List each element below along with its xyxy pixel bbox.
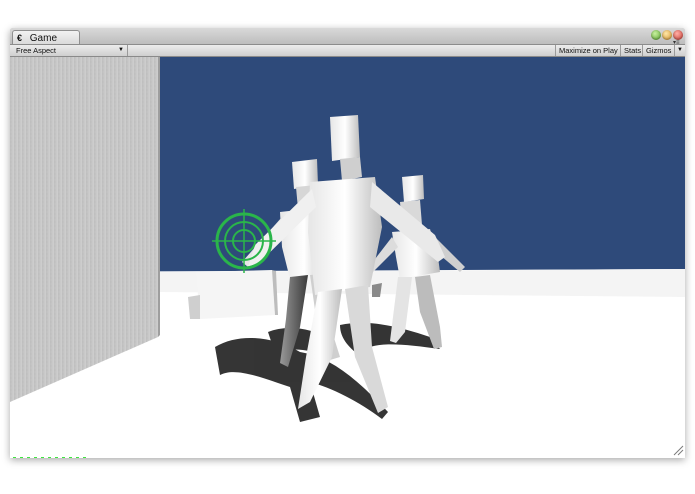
window-titlebar: € Game ▾≡ (10, 28, 685, 46)
game-scene (10, 57, 685, 458)
game-viewport[interactable] (10, 57, 685, 458)
ammo-bar (20, 457, 23, 458)
aspect-dropdown[interactable]: Free Aspect ▼ (12, 45, 128, 56)
ammo-bar (62, 457, 65, 458)
game-toolbar: Free Aspect ▼ Maximize on Play Stats Giz… (10, 45, 685, 57)
unity-logo-icon: € (17, 33, 23, 43)
gizmos-button[interactable]: Gizmos (642, 45, 674, 56)
game-window: € Game ▾≡ Free Aspect ▼ Maximize on Play… (10, 28, 685, 458)
stats-button[interactable]: Stats (620, 45, 642, 56)
minimize-button[interactable] (662, 30, 672, 40)
resize-grip-icon[interactable] (672, 444, 684, 456)
block (196, 270, 275, 319)
tab-game[interactable]: € Game (12, 30, 80, 44)
ammo-bar-group (13, 457, 93, 458)
tab-game-label: Game (29, 33, 58, 44)
ammo-bar (48, 457, 51, 458)
aspect-label: Free Aspect (16, 46, 57, 55)
ammo-bar (69, 457, 72, 458)
ammo-bar (34, 457, 37, 458)
chevron-down-icon: ▼ (118, 47, 124, 53)
ammo-bar (27, 457, 30, 458)
ammo-bar (76, 457, 79, 458)
zoom-button[interactable] (651, 30, 661, 40)
maximize-on-play-button[interactable]: Maximize on Play (555, 45, 620, 56)
ammo-bar (41, 457, 44, 458)
gizmos-dropdown-icon[interactable]: ▼ (674, 45, 685, 56)
ammo-bar (13, 457, 16, 458)
ammo-bar (55, 457, 58, 458)
ammo-bar (83, 457, 86, 458)
